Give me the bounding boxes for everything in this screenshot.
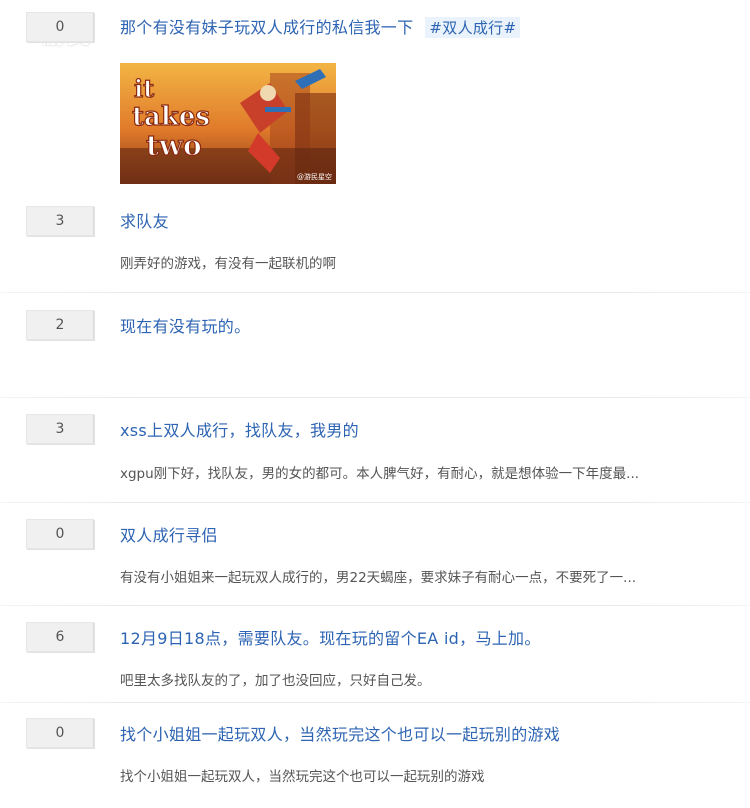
thread-item[interactable]: 0 找个小姐姐一起玩双人，当然玩完这个也可以一起玩别的游戏 找个小姐姐一起玩双人… bbox=[0, 703, 750, 808]
thread-abstract: 找个小姐姐一起玩双人，当然玩完这个也可以一起玩别的游戏 bbox=[120, 769, 485, 785]
thread-title-link[interactable]: 那个有没有妹子玩双人成行的私信我一下 #双人成行# bbox=[120, 14, 521, 38]
logo-line-2: takes bbox=[132, 102, 210, 132]
thread-thumbnail[interactable]: it takes two @游民星空 bbox=[120, 63, 336, 184]
thread-title-link[interactable]: 现在有没有玩的。 bbox=[120, 313, 250, 337]
logo-line-3: two bbox=[146, 129, 202, 162]
thread-item[interactable]: 3 xss上双人成行，找队友，我男的 xgpu刚下好，找队友，男的女的都可。本人… bbox=[0, 398, 750, 503]
thread-item[interactable]: 6 12月9日18点，需要队友。现在玩的留个EA id，马上加。 吧里太多找队友… bbox=[0, 606, 750, 703]
image-caption: @游民星空 bbox=[297, 172, 332, 181]
thread-title-link[interactable]: 12月9日18点，需要队友。现在玩的留个EA id，马上加。 bbox=[120, 625, 541, 649]
thread-abstract: xgpu刚下好，找队友，男的女的都可。本人脾气好，有耐心，就是想体验一下年度最.… bbox=[120, 466, 640, 482]
reply-count-badge: 2 bbox=[26, 310, 94, 340]
reply-count-badge: 0 bbox=[26, 519, 94, 549]
thread-abstract: 刚弄好的游戏，有没有一起联机的啊 bbox=[120, 256, 336, 272]
logo-line-1: it bbox=[134, 74, 154, 103]
thread-item[interactable]: 3 求队友 刚弄好的游戏，有没有一起联机的啊 bbox=[0, 198, 750, 293]
reply-count-badge: 3 bbox=[26, 414, 94, 444]
thread-title-link[interactable]: xss上双人成行，找队友，我男的 bbox=[120, 417, 359, 441]
reply-count-badge: 0 bbox=[26, 718, 94, 748]
reply-count-badge: 0 bbox=[26, 12, 94, 42]
thread-title-link[interactable]: 找个小姐姐一起玩双人，当然玩完这个也可以一起玩别的游戏 bbox=[120, 721, 560, 745]
reply-count-badge: 3 bbox=[26, 206, 94, 236]
thread-abstract: 有没有小姐姐来一起玩双人成行的，男22天蝎座，要求妹子有耐心一点，不要死了一..… bbox=[120, 570, 637, 586]
thread-item[interactable]: 2 现在有没有玩的。 bbox=[0, 293, 750, 398]
topic-tag-link[interactable]: #双人成行# bbox=[425, 17, 521, 38]
reply-count-badge: 6 bbox=[26, 622, 94, 652]
thread-title-link[interactable]: 双人成行寻侣 bbox=[120, 522, 218, 546]
thread-item[interactable]: 0 那个有没有妹子玩双人成行的私信我一下 #双人成行# it takes two… bbox=[0, 0, 750, 198]
thread-item[interactable]: 0 双人成行寻侣 有没有小姐姐来一起玩双人成行的，男22天蝎座，要求妹子有耐心一… bbox=[0, 503, 750, 606]
thread-title-text[interactable]: 那个有没有妹子玩双人成行的私信我一下 bbox=[120, 18, 413, 37]
thread-title-link[interactable]: 求队友 bbox=[120, 208, 169, 232]
thread-abstract: 吧里太多找队友的了，加了也没回应，只好自己发。 bbox=[120, 673, 431, 689]
